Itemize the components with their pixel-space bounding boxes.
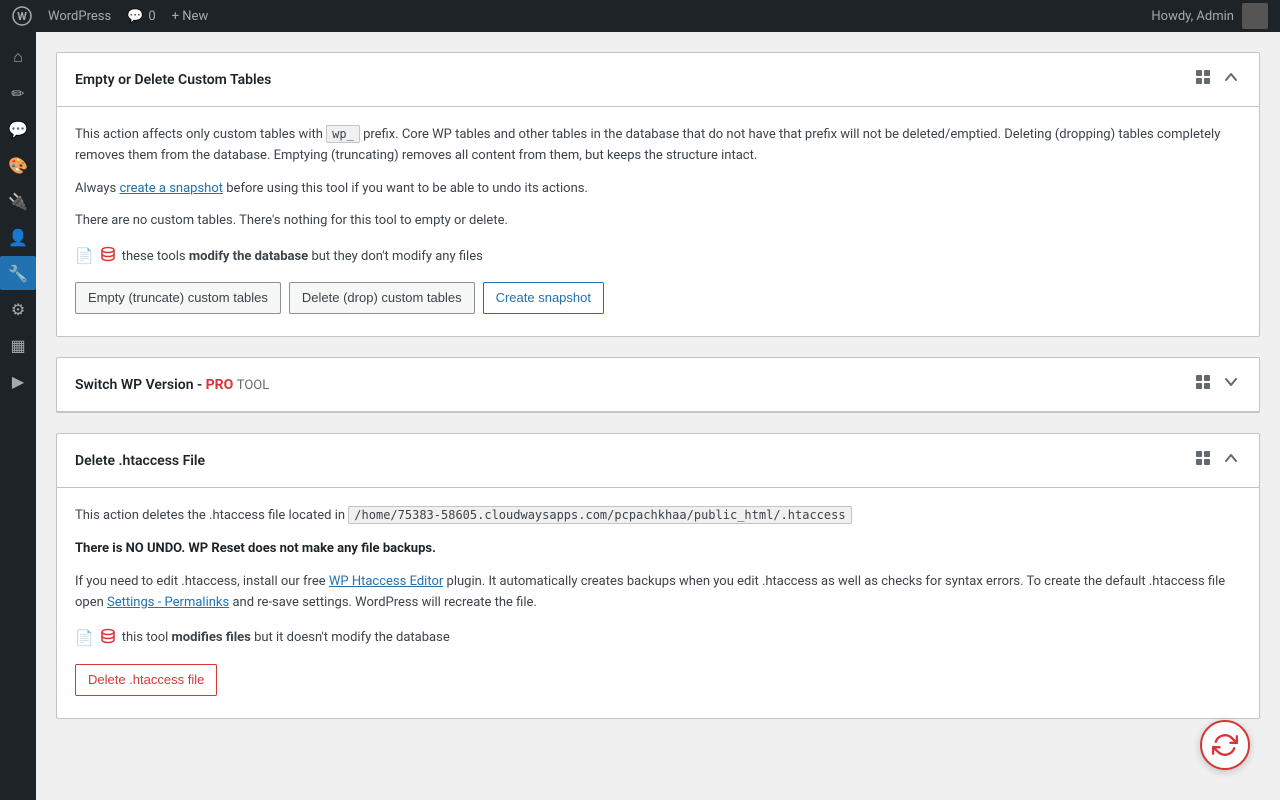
delete-htaccess-panel: Delete .htaccess File <box>56 433 1260 718</box>
switch-wp-grid-button[interactable] <box>1193 372 1213 397</box>
empty-delete-collapse-button[interactable] <box>1221 67 1241 92</box>
no-undo-warning: There is NO UNDO. WP Reset does not make… <box>75 539 1241 560</box>
delete-htaccess-actions: Delete .htaccess file <box>75 664 1241 696</box>
delete-htaccess-panel-body: This action deletes the .htaccess file l… <box>57 488 1259 717</box>
empty-truncate-button[interactable]: Empty (truncate) custom tables <box>75 282 281 314</box>
chevron-up-icon <box>1223 450 1239 471</box>
refresh-fab-button[interactable] <box>1200 720 1250 770</box>
svg-text:W: W <box>17 10 27 23</box>
sidebar-item-comments[interactable]: 💬 <box>0 112 36 146</box>
comments-link[interactable]: 💬 0 <box>127 9 156 24</box>
db-icon <box>100 246 116 266</box>
switch-wp-panel-header: Switch WP Version - PRO TOOL <box>57 358 1259 412</box>
switch-wp-panel-title: Switch WP Version - PRO TOOL <box>75 377 269 393</box>
avatar <box>1242 3 1268 29</box>
chevron-up-icon <box>1223 69 1239 90</box>
doc-icon: 📄 <box>75 247 94 265</box>
htaccess-editor-info: If you need to edit .htaccess, install o… <box>75 572 1241 614</box>
db-warning-text: these tools modify the database but they… <box>122 249 483 264</box>
wp-prefix-code: wp_ <box>326 125 360 143</box>
file-modify-notice: 📄 this tool modifies files but it doesn'… <box>75 628 1241 648</box>
file-warning-text: this tool modifies files but it doesn't … <box>122 630 450 645</box>
wp-htaccess-editor-link[interactable]: WP Htaccess Editor <box>329 574 443 589</box>
sidebar-item-play[interactable]: ▶ <box>0 364 36 398</box>
htaccess-location-text: This action deletes the .htaccess file l… <box>75 506 1241 527</box>
switch-wp-panel-controls <box>1193 372 1241 397</box>
empty-delete-actions: Empty (truncate) custom tables Delete (d… <box>75 282 1241 314</box>
delete-htaccess-grid-button[interactable] <box>1193 448 1213 473</box>
comments-icon: 💬 <box>127 9 143 24</box>
grid-icon <box>1195 374 1211 395</box>
main-content: Empty or Delete Custom Tables <box>36 32 1280 800</box>
create-snapshot-button[interactable]: Create snapshot <box>483 282 604 314</box>
empty-delete-description: This action affects only custom tables w… <box>75 125 1241 167</box>
sidebar-item-users[interactable]: 👤 <box>0 220 36 254</box>
sidebar-item-settings[interactable]: ⚙ <box>0 292 36 326</box>
no-tables-notice: There are no custom tables. There's noth… <box>75 211 1241 232</box>
settings-permalinks-link[interactable]: Settings - Permalinks <box>107 595 229 610</box>
delete-htaccess-panel-controls <box>1193 448 1241 473</box>
sidebar-item-extra[interactable]: ▦ <box>0 328 36 362</box>
delete-htaccess-panel-title: Delete .htaccess File <box>75 453 205 469</box>
switch-wp-expand-button[interactable] <box>1221 372 1241 397</box>
snapshot-notice: Always create a snapshot before using th… <box>75 179 1241 200</box>
db-modify-notice: 📄 these tools modify the database but th… <box>75 246 1241 266</box>
wp-logo[interactable]: W <box>12 6 32 26</box>
db-icon-htaccess <box>100 628 116 648</box>
empty-delete-panel-header: Empty or Delete Custom Tables <box>57 53 1259 107</box>
empty-delete-panel-controls <box>1193 67 1241 92</box>
sidebar-item-plugins[interactable]: 🔌 <box>0 184 36 218</box>
empty-delete-grid-button[interactable] <box>1193 67 1213 92</box>
admin-user-menu[interactable]: Howdy, Admin <box>1151 3 1268 29</box>
new-content-button[interactable]: + New <box>172 9 209 24</box>
sidebar-item-posts[interactable]: ✏ <box>0 76 36 110</box>
delete-htaccess-collapse-button[interactable] <box>1221 448 1241 473</box>
empty-delete-panel: Empty or Delete Custom Tables <box>56 52 1260 337</box>
grid-icon <box>1195 69 1211 90</box>
create-snapshot-link[interactable]: create a snapshot <box>119 181 223 196</box>
sidebar-item-tools[interactable]: 🔧 <box>0 256 36 290</box>
empty-delete-panel-body: This action affects only custom tables w… <box>57 107 1259 336</box>
empty-delete-panel-title: Empty or Delete Custom Tables <box>75 72 271 88</box>
sidebar-item-appearance[interactable]: 🎨 <box>0 148 36 182</box>
switch-wp-version-panel: Switch WP Version - PRO TOOL <box>56 357 1260 413</box>
delete-drop-button[interactable]: Delete (drop) custom tables <box>289 282 475 314</box>
delete-htaccess-button[interactable]: Delete .htaccess file <box>75 664 217 696</box>
doc-icon: 📄 <box>75 629 94 647</box>
sidebar: ⌂ ✏ 💬 🎨 🔌 👤 🔧 ⚙ ▦ ▶ <box>0 32 36 800</box>
htaccess-path: /home/75383-58605.cloudwaysapps.com/pcpa… <box>348 506 851 524</box>
sidebar-item-dashboard[interactable]: ⌂ <box>0 40 36 74</box>
site-name[interactable]: WordPress <box>48 9 111 24</box>
chevron-down-icon <box>1223 374 1239 395</box>
grid-icon <box>1195 450 1211 471</box>
delete-htaccess-panel-header: Delete .htaccess File <box>57 434 1259 488</box>
admin-bar: W WordPress 💬 0 + New Howdy, Admin <box>0 0 1280 32</box>
